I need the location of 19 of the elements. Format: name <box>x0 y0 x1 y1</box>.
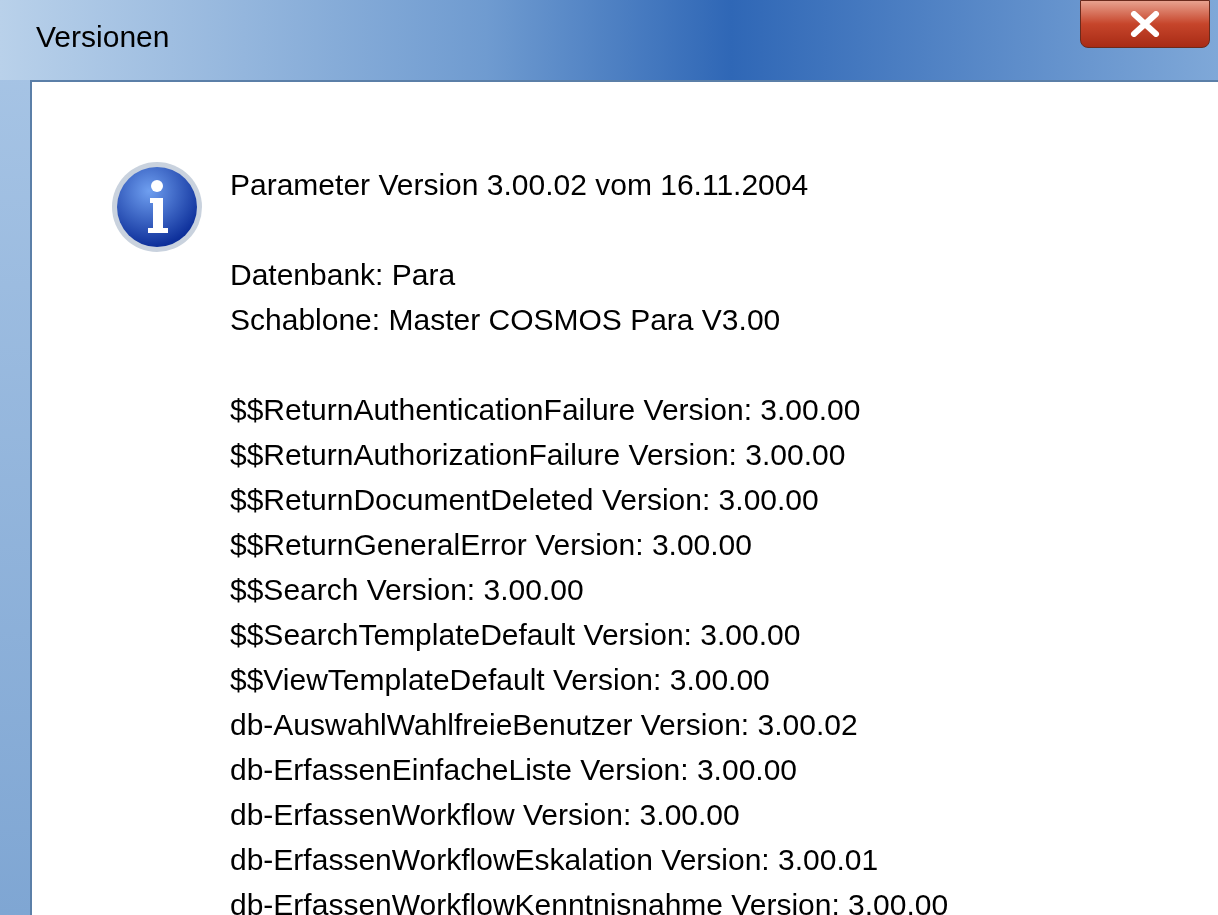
version-line: db-ErfassenWorkflowEskalation Version: 3.00.01 <box>230 842 880 878</box>
version-line: $$ReturnDocumentDeleted Version: 3.00.00 <box>230 482 820 518</box>
version-line: db-AuswahlWahlfreieBenutzer Version: 3.00.02 <box>230 707 859 743</box>
version-line: $$ReturnGeneralError Version: 3.00.00 <box>230 527 753 563</box>
detail-line: Datenbank: Para <box>230 257 457 293</box>
version-line: $$ReturnAuthorizationFailure Version: 3.00.00 <box>230 437 847 473</box>
info-icon <box>110 160 204 254</box>
window-title: Versionen <box>36 19 170 55</box>
version-line: $$ViewTemplateDefault Version: 3.00.00 <box>230 662 771 698</box>
detail-line: Schablone: Master COSMOS Para V3.00 <box>230 302 782 338</box>
version-line: $$SearchTemplateDefault Version: 3.00.00 <box>230 617 802 653</box>
version-line: db-ErfassenWorkflow Version: 3.00.00 <box>230 797 741 833</box>
version-heading: Parameter Version 3.00.02 vom 16.11.2004 <box>230 167 810 203</box>
version-line: db-ErfassenEinfacheListe Version: 3.00.00 <box>230 752 799 788</box>
version-line: $$ReturnAuthenticationFailure Version: 3.00.00 <box>230 392 862 428</box>
close-icon <box>1130 11 1160 37</box>
version-line: $$Search Version: 3.00.00 <box>230 572 585 608</box>
close-button[interactable] <box>1080 0 1210 48</box>
version-line: db-ErfassenWorkflowKenntnisnahme Version: 3.00.00 <box>230 887 949 915</box>
